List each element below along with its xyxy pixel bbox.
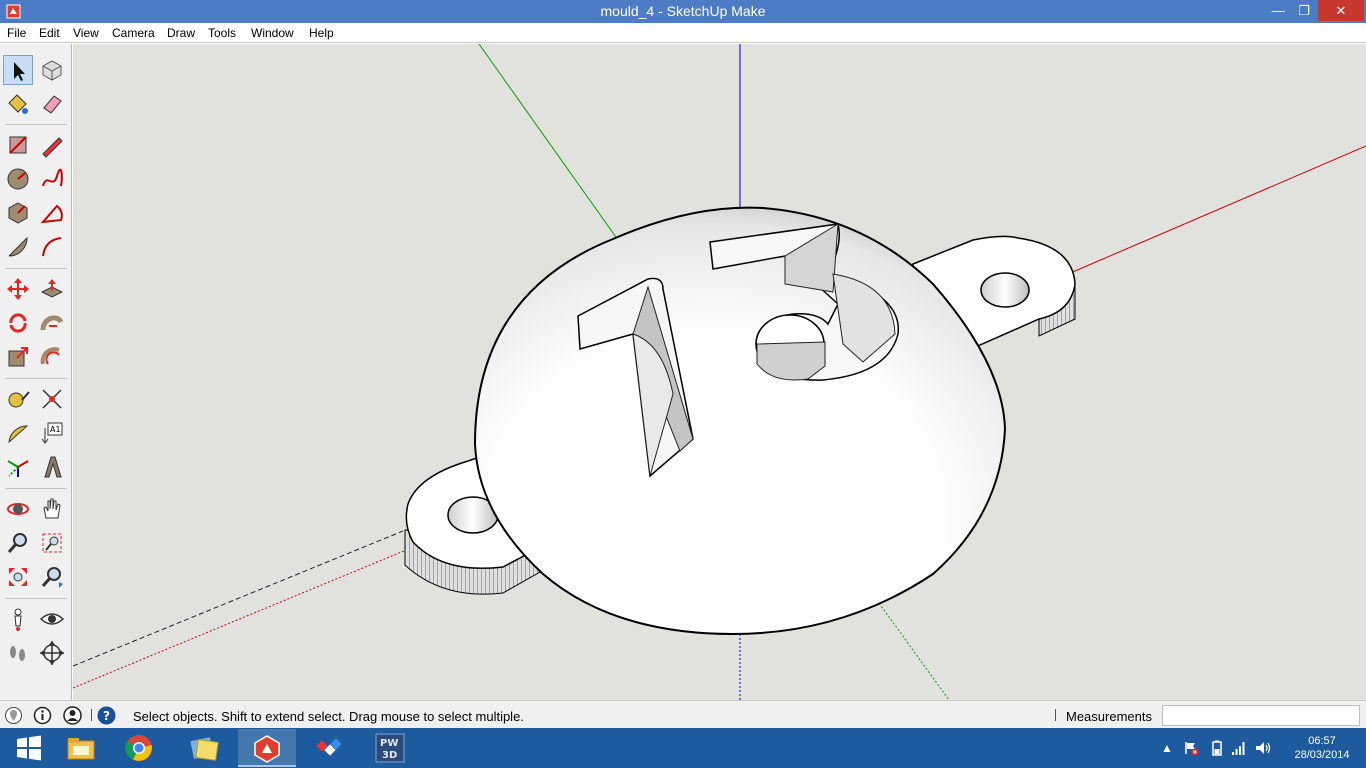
menu-edit[interactable]: Edit — [39, 26, 60, 40]
two-point-arc-icon[interactable] — [37, 232, 67, 262]
move-tool-icon[interactable] — [3, 274, 33, 304]
look-around-icon[interactable] — [37, 604, 67, 634]
menu-camera[interactable]: Camera — [112, 26, 155, 40]
restore-button[interactable]: ❐ — [1290, 0, 1318, 21]
app-icon — [316, 738, 342, 756]
scale-tool-icon[interactable] — [3, 342, 33, 372]
windows-start-icon — [17, 735, 41, 761]
menu-file[interactable]: File — [7, 26, 26, 40]
menu-bar: File Edit View Camera Draw Tools Window … — [0, 23, 1366, 43]
inference-line — [73, 530, 404, 667]
toolbar-separator — [5, 268, 67, 269]
menu-view[interactable]: View — [73, 26, 99, 40]
svg-text:?: ? — [103, 709, 110, 723]
windows-start-button[interactable] — [0, 729, 58, 767]
windows-taskbar: PW 3D ▲ 06:57 28/03/2014 — [0, 728, 1366, 768]
rotate-tool-icon[interactable] — [3, 308, 33, 338]
component-tool-icon[interactable] — [37, 55, 67, 85]
geo-location-icon[interactable] — [4, 706, 23, 725]
chrome-icon — [125, 735, 152, 761]
status-bar: ? Select objects. Shift to extend select… — [0, 700, 1366, 728]
previous-view-icon[interactable] — [37, 562, 67, 592]
user-account-icon[interactable] — [63, 706, 82, 725]
status-separator — [91, 709, 92, 721]
credits-info-icon[interactable] — [33, 706, 52, 725]
3d-text-icon[interactable] — [37, 452, 67, 482]
svg-text:A1: A1 — [50, 425, 61, 434]
arc-tool-icon[interactable] — [3, 232, 33, 262]
position-camera-icon[interactable] — [3, 604, 33, 634]
red-axis — [1067, 145, 1366, 275]
eraser-icon[interactable] — [37, 89, 67, 119]
zoom-extents-icon[interactable] — [3, 562, 33, 592]
pie-tool-icon[interactable] — [37, 198, 67, 228]
circle-tool-icon[interactable] — [3, 164, 33, 194]
status-separator — [1055, 709, 1056, 721]
file-explorer-icon — [67, 738, 95, 760]
drawing-area[interactable] — [73, 44, 1366, 700]
help-icon[interactable]: ? — [97, 706, 116, 725]
green-axis — [478, 44, 619, 241]
push-pull-icon[interactable] — [37, 274, 67, 304]
tape-measure-icon[interactable] — [3, 384, 33, 414]
show-hidden-icons-icon[interactable]: ▲ — [1161, 741, 1173, 755]
minimize-button[interactable]: — — [1264, 0, 1292, 21]
pencil-line-icon[interactable] — [37, 130, 67, 160]
clock-date: 28/03/2014 — [1294, 749, 1350, 761]
select-tool-icon[interactable] — [3, 55, 33, 85]
zoom-tool-icon[interactable] — [3, 528, 33, 558]
volume-icon[interactable] — [1255, 740, 1273, 756]
dimension-tool-icon[interactable] — [37, 384, 67, 414]
taskbar-sketchup[interactable] — [238, 729, 296, 767]
measurements-input[interactable] — [1162, 705, 1360, 726]
clock-time: 06:57 — [1308, 735, 1336, 747]
toolbar-separator — [5, 488, 67, 489]
offset-tool-icon[interactable] — [37, 342, 67, 372]
taskbar-file-explorer[interactable] — [52, 729, 110, 767]
toolbar-separator — [5, 124, 67, 125]
menu-help[interactable]: Help — [309, 26, 334, 40]
pan-tool-icon[interactable] — [37, 494, 67, 524]
large-tool-set: A1 — [0, 44, 72, 700]
title-bar: mould_4 - SketchUp Make — ❐ ✕ — [0, 0, 1366, 23]
taskbar-chrome[interactable] — [110, 729, 168, 767]
close-button[interactable]: ✕ — [1318, 0, 1364, 21]
orbit-tool-icon[interactable] — [3, 494, 33, 524]
text-tool-icon[interactable]: A1 — [37, 418, 67, 448]
freehand-tool-icon[interactable] — [37, 164, 67, 194]
follow-me-icon[interactable] — [37, 308, 67, 338]
polygon-tool-icon[interactable] — [3, 198, 33, 228]
taskbar-pw3d[interactable]: PW 3D — [361, 729, 419, 767]
network-signal-icon[interactable] — [1231, 740, 1247, 756]
window-title: mould_4 - SketchUp Make — [600, 3, 766, 19]
pw3d-icon: PW3D — [375, 733, 405, 763]
menu-draw[interactable]: Draw — [167, 26, 195, 40]
battery-icon[interactable] — [1210, 740, 1224, 756]
axes-tool-icon[interactable] — [3, 452, 33, 482]
system-clock[interactable]: 06:57 28/03/2014 — [1284, 734, 1360, 762]
taskbar-photos[interactable] — [175, 729, 233, 767]
status-hint-text: Select objects. Shift to extend select. … — [133, 709, 524, 724]
toolbar-separator — [5, 598, 67, 599]
model-view[interactable] — [73, 44, 1366, 700]
sketchup-icon — [254, 735, 280, 763]
protractor-icon[interactable] — [3, 418, 33, 448]
rectangle-tool-icon[interactable] — [3, 130, 33, 160]
toolbar-separator — [5, 378, 67, 379]
measurements-label: Measurements — [1066, 709, 1152, 724]
zoom-window-icon[interactable] — [37, 528, 67, 558]
svg-text:PW: PW — [380, 738, 398, 749]
taskbar-app[interactable] — [300, 729, 358, 767]
photos-icon — [190, 737, 219, 761]
walk-tool-icon[interactable] — [3, 638, 33, 668]
svg-text:3D: 3D — [382, 750, 397, 761]
action-center-flag-icon[interactable] — [1183, 740, 1199, 756]
paint-bucket-icon[interactable] — [3, 89, 33, 119]
section-plane-icon[interactable] — [37, 638, 67, 668]
menu-tools[interactable]: Tools — [208, 26, 236, 40]
menu-window[interactable]: Window — [251, 26, 294, 40]
